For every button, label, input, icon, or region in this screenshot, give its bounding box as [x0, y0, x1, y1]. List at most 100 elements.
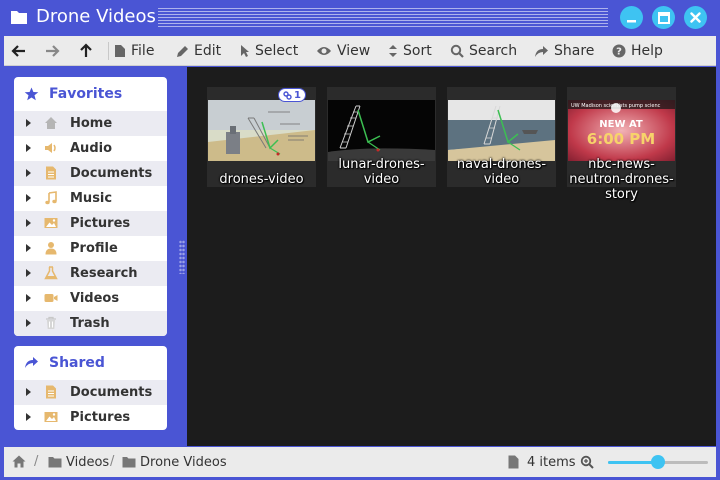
forward-arrow-icon[interactable]	[44, 43, 60, 59]
expand-caret-icon[interactable]	[26, 169, 31, 177]
sidebar-item-trash[interactable]: Trash	[14, 311, 167, 336]
menu-edit-label: Edit	[194, 43, 222, 59]
sidebar-item-label: Profile	[70, 241, 118, 256]
favorites-title: Favorites	[49, 86, 123, 102]
breadcrumb-separator: /	[34, 454, 39, 469]
sidebar-item-label: Pictures	[70, 216, 131, 231]
menu-view[interactable]: View	[316, 36, 370, 66]
file-name: drones-video	[219, 172, 304, 187]
sidebar-item-profile[interactable]: Profile	[14, 236, 167, 261]
video-thumbnail	[328, 100, 435, 161]
favorites-panel: Favorites Home Audio Documents Music Pic…	[14, 77, 167, 336]
sidebar-item-label: Research	[70, 266, 138, 281]
maximize-button[interactable]	[652, 6, 675, 29]
menu-separator	[108, 42, 109, 60]
sidebar-item-audio[interactable]: Audio	[14, 136, 167, 161]
shared-item-pictures[interactable]: Pictures	[14, 405, 167, 430]
sidebar-item-label: Home	[70, 116, 113, 131]
menu-file[interactable]: File	[114, 36, 154, 66]
sidebar: Favorites Home Audio Documents Music Pic…	[4, 67, 178, 446]
sidebar-resize-handle[interactable]	[179, 240, 185, 274]
title-bar[interactable]: Drone Videos	[0, 0, 720, 36]
favorites-header[interactable]: Favorites	[14, 77, 167, 111]
menu-select-label: Select	[255, 43, 299, 59]
shared-item-documents[interactable]: Documents	[14, 380, 167, 405]
sidebar-item-pictures[interactable]: Pictures	[14, 211, 167, 236]
sidebar-item-documents[interactable]: Documents	[14, 161, 167, 186]
zoom-slider[interactable]	[608, 455, 708, 469]
expand-caret-icon[interactable]	[26, 244, 31, 252]
item-count-label: 4 items	[527, 454, 576, 470]
maximize-icon	[657, 11, 670, 24]
home-icon[interactable]	[12, 455, 26, 468]
up-arrow-icon[interactable]	[78, 43, 94, 59]
shared-panel: Shared Documents Pictures	[14, 346, 167, 430]
item-count: 4 items	[508, 447, 576, 477]
shared-header[interactable]: Shared	[14, 346, 167, 380]
video-thumbnail	[448, 100, 555, 161]
title-bar-grip	[158, 8, 608, 28]
sidebar-item-music[interactable]: Music	[14, 186, 167, 211]
file-tile-nbc-news-neutron-drones-story[interactable]: UW Madison scientists pump scienc NEW AT…	[567, 87, 676, 202]
sidebar-item-label: Documents	[70, 166, 153, 181]
menu-sort-label: Sort	[403, 43, 432, 59]
sidebar-item-label: Videos	[70, 291, 120, 306]
zoom-in-icon[interactable]	[580, 455, 594, 469]
speaker-icon	[45, 143, 56, 153]
file-tile-naval-drones-video[interactable]: naval-drones-video	[447, 87, 556, 187]
breadcrumb-label: Videos	[66, 454, 110, 470]
menu-search-label: Search	[469, 43, 518, 59]
video-camera-icon	[44, 294, 58, 302]
expand-caret-icon[interactable]	[26, 144, 31, 152]
zoom-slider-handle[interactable]	[651, 455, 665, 469]
folder-icon	[11, 11, 27, 24]
document-icon	[46, 385, 56, 399]
sidebar-item-label: Music	[70, 191, 113, 206]
sidebar-item-home[interactable]: Home	[14, 111, 167, 136]
expand-caret-icon[interactable]	[26, 388, 31, 396]
expand-caret-icon[interactable]	[26, 269, 31, 277]
sidebar-item-label: Documents	[70, 385, 153, 400]
menu-select[interactable]: Select	[240, 36, 298, 66]
menu-share[interactable]: Share	[534, 36, 594, 66]
menu-sort[interactable]: Sort	[388, 36, 432, 66]
close-button[interactable]	[684, 6, 707, 29]
user-icon	[45, 242, 57, 255]
breadcrumb-item-videos[interactable]: Videos	[48, 447, 109, 477]
folder-icon	[122, 457, 136, 468]
video-thumbnail	[208, 100, 315, 161]
file-name: naval-drones-video	[456, 157, 547, 187]
link-count-badge[interactable]: 1	[278, 88, 306, 102]
video-thumbnail: UW Madison scientists pump scienc NEW AT…	[568, 100, 675, 161]
menu-view-label: View	[337, 43, 371, 59]
expand-caret-icon[interactable]	[26, 319, 31, 327]
expand-caret-icon[interactable]	[26, 194, 31, 202]
menu-bar: File Edit Select View Sort Search Share …	[4, 36, 716, 66]
expand-caret-icon[interactable]	[26, 219, 31, 227]
expand-caret-icon[interactable]	[26, 413, 31, 421]
back-arrow-icon[interactable]	[11, 43, 27, 59]
pencil-icon	[177, 45, 188, 57]
close-icon	[690, 12, 701, 23]
menu-help[interactable]: ? Help	[612, 36, 663, 66]
help-icon: ?	[612, 44, 626, 58]
breadcrumb-item-drone-videos[interactable]: Drone Videos	[122, 447, 227, 477]
file-tile-lunar-drones-video[interactable]: lunar-drones-video	[327, 87, 436, 187]
picture-icon	[44, 218, 58, 228]
file-tile-drones-video[interactable]: 1 drones-video	[207, 87, 316, 187]
breadcrumb-separator: /	[110, 454, 115, 469]
menu-share-label: Share	[554, 43, 595, 59]
thumbnail-time: 6:00 PM	[587, 130, 655, 148]
flask-icon	[44, 266, 58, 280]
minimize-button[interactable]	[620, 6, 643, 29]
menu-edit[interactable]: Edit	[176, 36, 221, 66]
minimize-icon	[627, 20, 636, 23]
expand-caret-icon[interactable]	[26, 119, 31, 127]
sidebar-item-research[interactable]: Research	[14, 261, 167, 286]
menu-search[interactable]: Search	[450, 36, 517, 66]
file-name: lunar-drones-video	[338, 157, 425, 187]
link-count: 1	[294, 89, 301, 101]
menu-file-label: File	[131, 43, 155, 59]
sidebar-item-videos[interactable]: Videos	[14, 286, 167, 311]
expand-caret-icon[interactable]	[26, 294, 31, 302]
